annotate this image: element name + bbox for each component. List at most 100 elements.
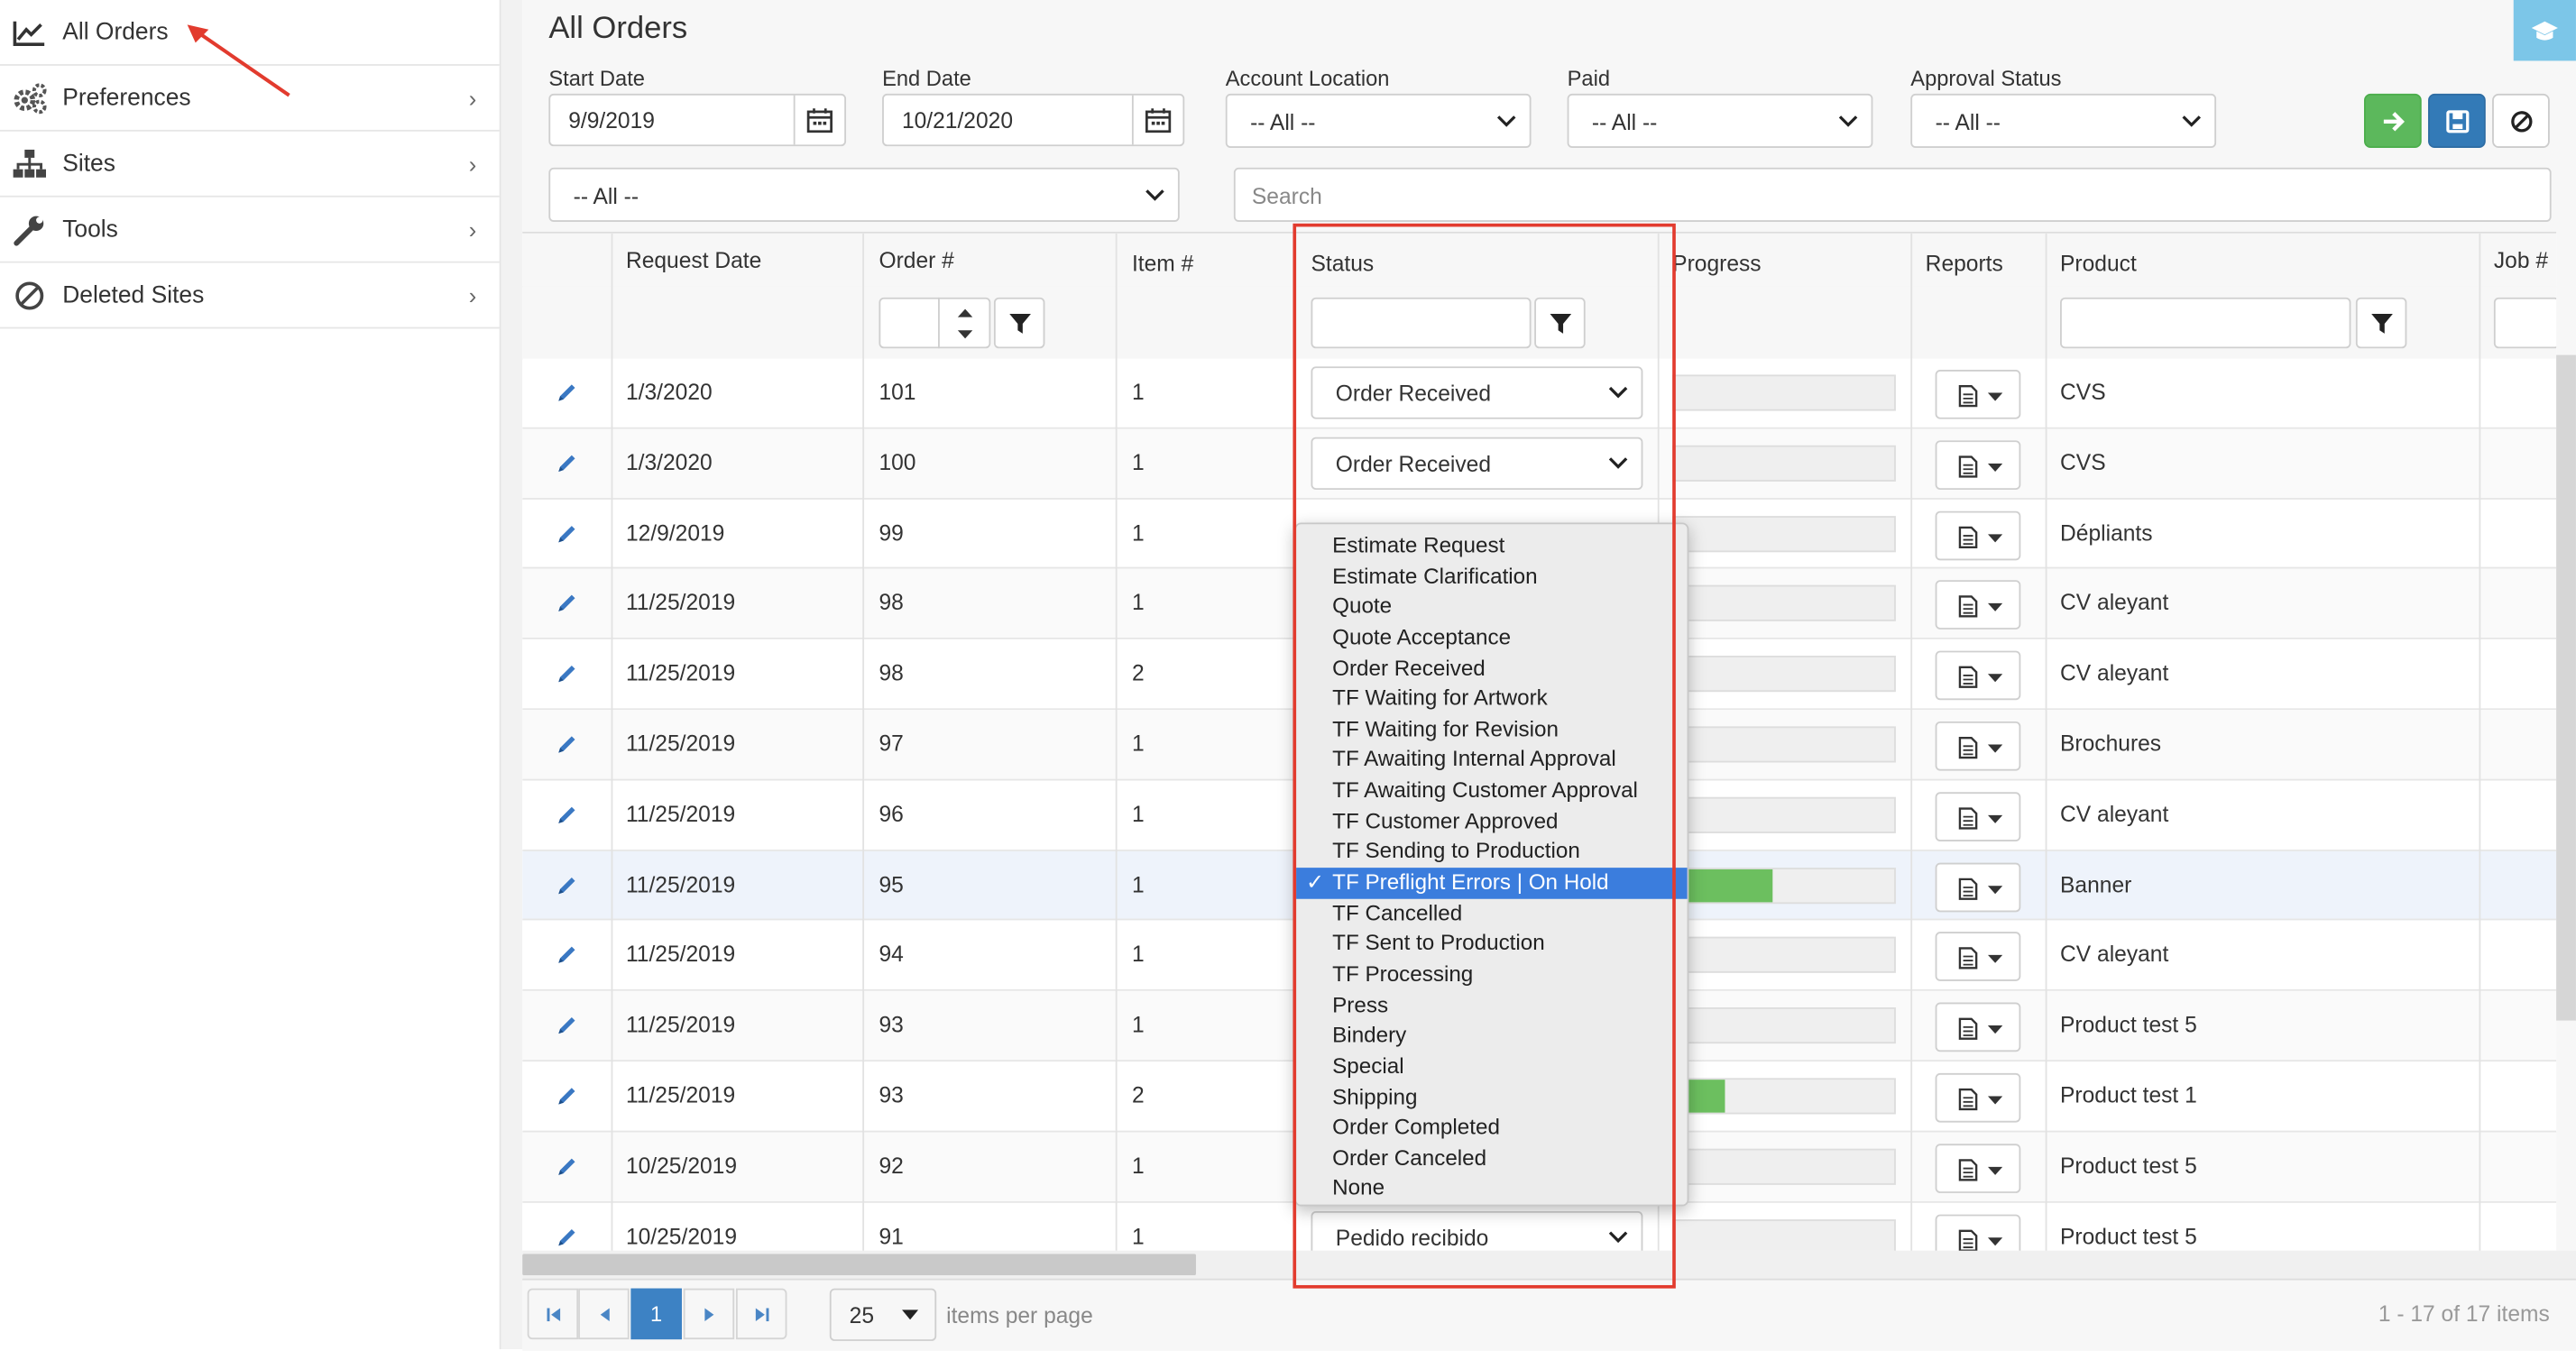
reports-dropdown-button[interactable] [1935,721,2021,771]
sidebar: All Orders Preferences › Sites › Tools › [0,0,501,1350]
reports-dropdown-button[interactable] [1935,1002,2021,1052]
reports-dropdown-button[interactable] [1935,1072,2021,1123]
progress-bar [1672,656,1896,693]
edit-pencil-icon[interactable] [556,1085,578,1113]
search-placeholder: Search [1251,184,1322,209]
document-icon [1958,877,1978,900]
column-header-order[interactable]: Order # [879,248,953,272]
product-filter-input[interactable] [2060,297,2351,349]
product-cell: Brochures [2060,731,2162,757]
column-divider [611,233,613,1253]
order-filter-button[interactable] [993,297,1045,349]
help-button[interactable] [2513,0,2576,61]
order-filter-stepper[interactable] [938,297,991,349]
product-cell: CV aleyant [2060,660,2169,686]
reports-dropdown-button[interactable] [1935,510,2021,560]
reports-dropdown-button[interactable] [1935,932,2021,982]
order-number-cell: 101 [879,379,916,405]
edit-pencil-icon[interactable] [556,593,578,620]
current-page-button[interactable]: 1 [630,1288,682,1340]
order-filter-input[interactable] [879,297,940,349]
item-number-cell: 1 [1131,590,1145,616]
product-filter-button[interactable] [2355,297,2407,349]
product-cell: Dépliants [2060,519,2153,546]
go-button[interactable] [2363,93,2422,148]
reports-dropdown-button[interactable] [1935,650,2021,701]
order-number-cell: 93 [879,1012,904,1038]
document-icon [1958,526,1978,548]
request-date-cell: 10/25/2019 [625,1153,738,1179]
order-number-cell: 94 [879,942,904,968]
caret-down-icon [1987,744,2003,753]
reports-dropdown-button[interactable] [1935,861,2021,912]
filter-icon [2371,314,2393,334]
end-date-field[interactable]: 10/21/2020 [882,93,1185,147]
order-number-cell: 98 [879,590,904,616]
order-number-cell: 98 [879,660,904,686]
column-header-item[interactable]: Item # [1132,252,1193,276]
edit-pencil-icon[interactable] [556,874,578,902]
column-header-job[interactable]: Job # [2494,248,2548,272]
search-input[interactable]: Search [1233,167,2552,222]
reports-dropdown-button[interactable] [1935,1213,2021,1253]
chevron-down-icon [1145,188,1164,200]
edit-pencil-icon[interactable] [556,1226,578,1253]
progress-bar [1672,1078,1896,1115]
end-date-value: 10/21/2020 [901,108,1014,133]
column-header-reports[interactable]: Reports [1926,252,2003,276]
item-number-cell: 1 [1131,801,1145,827]
column-header-request-date[interactable]: Request Date [626,248,761,272]
sidebar-item-tools[interactable]: Tools › [0,198,500,263]
next-page-button[interactable] [683,1288,735,1340]
edit-pencil-icon[interactable] [556,944,578,972]
app-window: All Orders Preferences › Sites › Tools › [0,0,2576,1351]
edit-pencil-icon[interactable] [556,1155,578,1183]
last-page-button[interactable] [735,1288,787,1340]
approval-status-select[interactable]: -- All -- [1910,93,2217,148]
clear-button[interactable] [2492,93,2550,148]
horizontal-scrollbar-thumb[interactable] [522,1254,1196,1276]
save-button[interactable] [2428,93,2486,148]
sidebar-gutter [501,0,523,1350]
caret-down-icon [1987,603,2003,612]
document-icon [1958,1228,1978,1252]
sidebar-item-deleted-sites[interactable]: Deleted Sites › [0,263,500,329]
reports-dropdown-button[interactable] [1935,1143,2021,1193]
page-size-select[interactable]: 25 [829,1288,937,1341]
previous-page-button[interactable] [578,1288,630,1340]
first-page-button[interactable] [527,1288,579,1340]
floppy-disk-icon [2445,109,2469,133]
item-number-cell: 1 [1131,519,1145,546]
reports-dropdown-button[interactable] [1935,439,2021,490]
edit-pencil-icon[interactable] [556,381,578,409]
filter-select[interactable]: -- All -- [548,167,1180,222]
calendar-icon[interactable] [1131,95,1182,145]
sidebar-item-sites[interactable]: Sites › [0,132,500,198]
edit-pencil-icon[interactable] [556,663,578,691]
column-header-product[interactable]: Product [2060,252,2137,276]
start-date-field[interactable]: 9/9/2019 [548,93,847,147]
reports-dropdown-button[interactable] [1935,369,2021,419]
edit-pencil-icon[interactable] [556,733,578,761]
edit-pencil-icon[interactable] [556,1015,578,1043]
edit-pencil-icon[interactable] [556,522,578,550]
reports-dropdown-button[interactable] [1935,580,2021,630]
column-header-progress[interactable]: Progress [1672,252,1761,276]
product-cell: CVS [2060,449,2106,475]
document-icon [1958,1158,1978,1181]
chevron-right-icon: › [468,150,477,177]
job-filter-input[interactable] [2493,297,2557,349]
paid-select[interactable]: -- All -- [1567,93,1873,148]
account-location-select[interactable]: -- All -- [1225,93,1532,148]
edit-pencil-icon[interactable] [556,804,578,832]
progress-bar [1672,1007,1896,1044]
account-location-value: -- All -- [1250,110,1316,135]
edit-pencil-icon[interactable] [556,452,578,480]
reports-dropdown-button[interactable] [1935,791,2021,841]
calendar-icon[interactable] [793,95,844,145]
chevron-right-icon: › [468,84,477,111]
request-date-cell: 12/9/2019 [625,519,725,546]
vertical-scrollbar[interactable] [2556,354,2576,1021]
order-number-cell: 95 [879,871,904,897]
arrow-right-icon [2382,111,2405,131]
